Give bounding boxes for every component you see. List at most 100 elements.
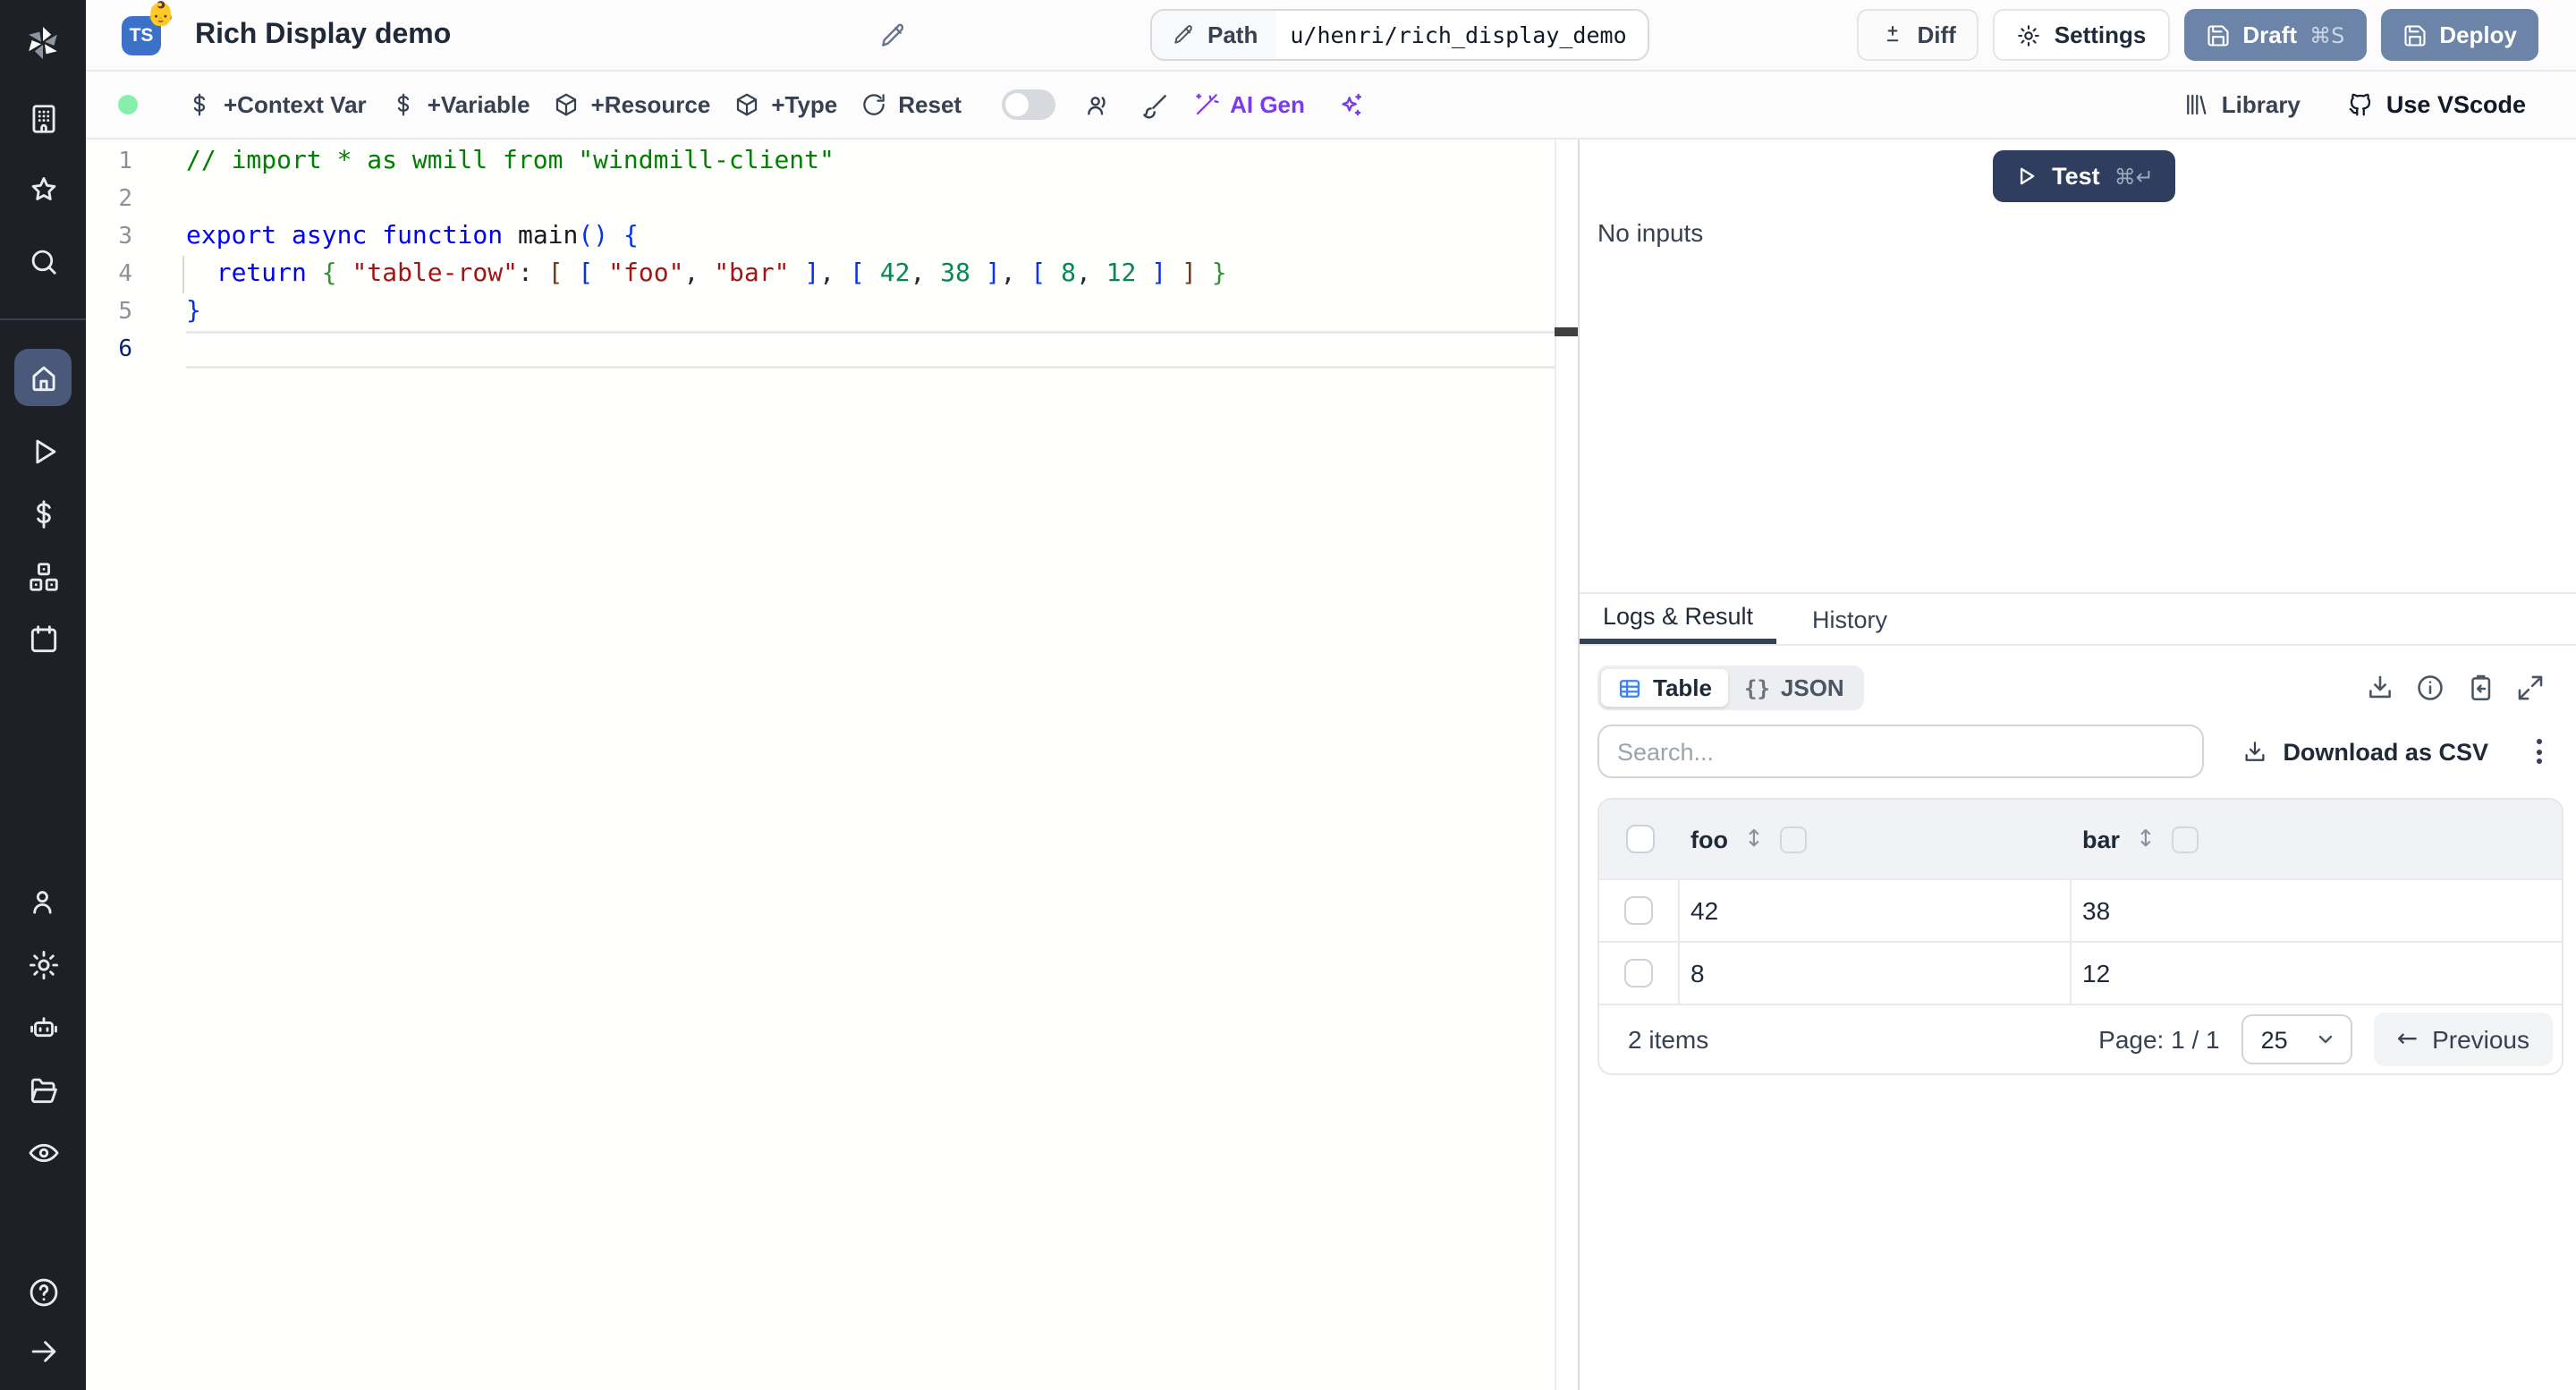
play-icon xyxy=(2021,167,2035,185)
resources-boxes-icon[interactable] xyxy=(25,558,61,594)
pencil-icon xyxy=(1174,25,1192,44)
code-line[interactable]: 5} xyxy=(86,293,1578,331)
save-icon xyxy=(2403,24,2425,46)
tab-history[interactable]: History xyxy=(1776,594,1923,644)
code-line[interactable]: 4 return { "table-row": [ [ "foo", "bar"… xyxy=(86,256,1578,293)
table-cell: 12 xyxy=(2082,959,2111,987)
row-checkbox[interactable] xyxy=(1624,896,1653,925)
settings-button[interactable]: Settings xyxy=(1993,9,2170,61)
overview-ruler xyxy=(1555,140,1578,1390)
schedules-calendar-icon[interactable] xyxy=(25,621,61,657)
status-dot xyxy=(118,95,138,114)
runs-play-icon[interactable] xyxy=(25,433,61,469)
library-icon xyxy=(2186,94,2207,115)
row-checkbox[interactable] xyxy=(1624,959,1653,987)
braces-icon: {} xyxy=(1744,675,1770,700)
code-line[interactable]: 1// import * as wmill from "windmill-cli… xyxy=(86,143,1578,181)
sidebar-item-home[interactable] xyxy=(14,349,72,406)
previous-page-button[interactable]: ← Previous xyxy=(2373,1013,2553,1066)
package-icon xyxy=(556,93,577,116)
page-title: Rich Display demo xyxy=(195,19,452,49)
ai-gen-button[interactable]: AI Gen xyxy=(1192,91,1305,118)
editor-toolbar: +Context Var +Variable +Resource +Type R… xyxy=(86,72,2576,140)
column-label: foo xyxy=(1690,826,1728,852)
fullscreen-icon[interactable] xyxy=(2515,673,2546,703)
sort-icon[interactable]: ↕ xyxy=(1744,826,1764,852)
test-button[interactable]: Test ⌘↵ xyxy=(1993,150,2175,202)
script-emoji: 👶 xyxy=(146,0,175,27)
expand-sidebar-arrow-icon[interactable] xyxy=(25,1333,61,1369)
view-table-button[interactable]: Table xyxy=(1601,669,1728,707)
table-cell: 8 xyxy=(1680,943,2072,1004)
download-result-icon[interactable] xyxy=(2365,673,2395,703)
users-icon[interactable] xyxy=(1083,90,1112,119)
path-control[interactable]: Path u/henri/rich_display_demo xyxy=(1150,9,1650,61)
table-icon xyxy=(1619,679,1640,697)
view-toggle: Table {} JSON xyxy=(1597,665,1864,710)
right-panel: Test ⌘↵ No inputs Logs & Result History xyxy=(1580,140,2576,1390)
table-menu-kebab[interactable] xyxy=(2533,735,2546,767)
favorites-star-icon[interactable] xyxy=(25,172,61,208)
draft-shortcut: ⌘S xyxy=(2309,22,2345,47)
folders-icon[interactable] xyxy=(25,1072,61,1107)
reset-button[interactable]: Reset xyxy=(860,91,962,118)
page-indicator: Page: 1 / 1 xyxy=(2098,1025,2220,1054)
diff-button[interactable]: Diff xyxy=(1856,9,1979,61)
search-icon[interactable] xyxy=(25,243,61,279)
edit-title-pencil-icon[interactable] xyxy=(878,21,907,50)
search-input[interactable] xyxy=(1597,725,2204,778)
path-value[interactable]: u/henri/rich_display_demo xyxy=(1275,11,1648,59)
add-resource-button[interactable]: +Resource xyxy=(554,91,710,118)
language-badge: TS 👶 xyxy=(122,2,175,55)
line-number: 6 xyxy=(118,336,132,363)
add-variable-button[interactable]: +Variable xyxy=(390,91,530,118)
gear-icon xyxy=(2018,24,2040,46)
variables-dollar-icon[interactable] xyxy=(25,496,61,531)
info-icon[interactable] xyxy=(2415,673,2445,703)
table-header: foo ↕ bar ↕ xyxy=(1599,800,2562,878)
users-icon[interactable] xyxy=(25,884,61,920)
line-number: 4 xyxy=(118,261,132,288)
code-line[interactable]: 2 xyxy=(86,181,1578,218)
collab-toggle[interactable] xyxy=(1001,89,1055,120)
help-icon[interactable] xyxy=(25,1274,61,1309)
draft-button[interactable]: Draft ⌘S xyxy=(2183,9,2367,61)
rotate-icon xyxy=(863,94,885,115)
line-number: 2 xyxy=(118,186,132,213)
magic-wand-icon xyxy=(1195,93,1218,115)
download-csv-button[interactable]: Download as CSV xyxy=(2241,738,2488,765)
audit-eye-icon[interactable] xyxy=(25,1134,61,1170)
table-row: 8 12 xyxy=(1599,941,2562,1004)
code-editor[interactable]: 1// import * as wmill from "windmill-cli… xyxy=(86,140,1578,1390)
table-footer: 2 items Page: 1 / 1 25 ← Previous xyxy=(1599,1004,2562,1073)
view-json-button[interactable]: {} JSON xyxy=(1728,669,1860,707)
format-brush-icon[interactable] xyxy=(1140,90,1169,119)
page-size-select[interactable]: 25 xyxy=(2241,1014,2352,1064)
topbar: TS 👶 Rich Display demo Path u/henri/rich… xyxy=(86,0,2576,72)
workers-robot-icon[interactable] xyxy=(25,1009,61,1045)
add-context-var-button[interactable]: +Context Var xyxy=(186,91,367,118)
result-tabs: Logs & Result History xyxy=(1580,592,2576,646)
column-checkbox[interactable] xyxy=(1779,826,1807,852)
code-lines: 1// import * as wmill from "windmill-cli… xyxy=(86,143,1578,369)
copy-clipboard-icon[interactable] xyxy=(2465,673,2496,703)
no-inputs-label: No inputs xyxy=(1597,218,1704,247)
code-line[interactable]: 3 export async function main() { xyxy=(86,218,1578,256)
tab-logs-result[interactable]: Logs & Result xyxy=(1580,594,1776,644)
sort-icon[interactable]: ↕ xyxy=(2136,826,2156,852)
use-vscode-button[interactable]: Use VScode xyxy=(2347,91,2526,118)
column-checkbox[interactable] xyxy=(2171,826,2199,852)
select-all-checkbox[interactable] xyxy=(1625,825,1654,853)
code-line[interactable]: 6 xyxy=(86,331,1578,369)
library-button[interactable]: Library xyxy=(2182,91,2301,118)
workspace-icon[interactable] xyxy=(25,100,61,136)
table-cell: 38 xyxy=(2082,896,2111,925)
windmill-logo-icon[interactable] xyxy=(21,21,64,64)
column-header-foo: foo ↕ xyxy=(1680,826,2072,852)
cursor-ruler-mark xyxy=(1555,327,1578,336)
settings-gear-icon[interactable] xyxy=(25,946,61,982)
line-number: 5 xyxy=(118,299,132,326)
sparkles-icon[interactable] xyxy=(1337,90,1366,119)
deploy-button[interactable]: Deploy xyxy=(2380,9,2538,61)
add-type-button[interactable]: +Type xyxy=(733,91,837,118)
